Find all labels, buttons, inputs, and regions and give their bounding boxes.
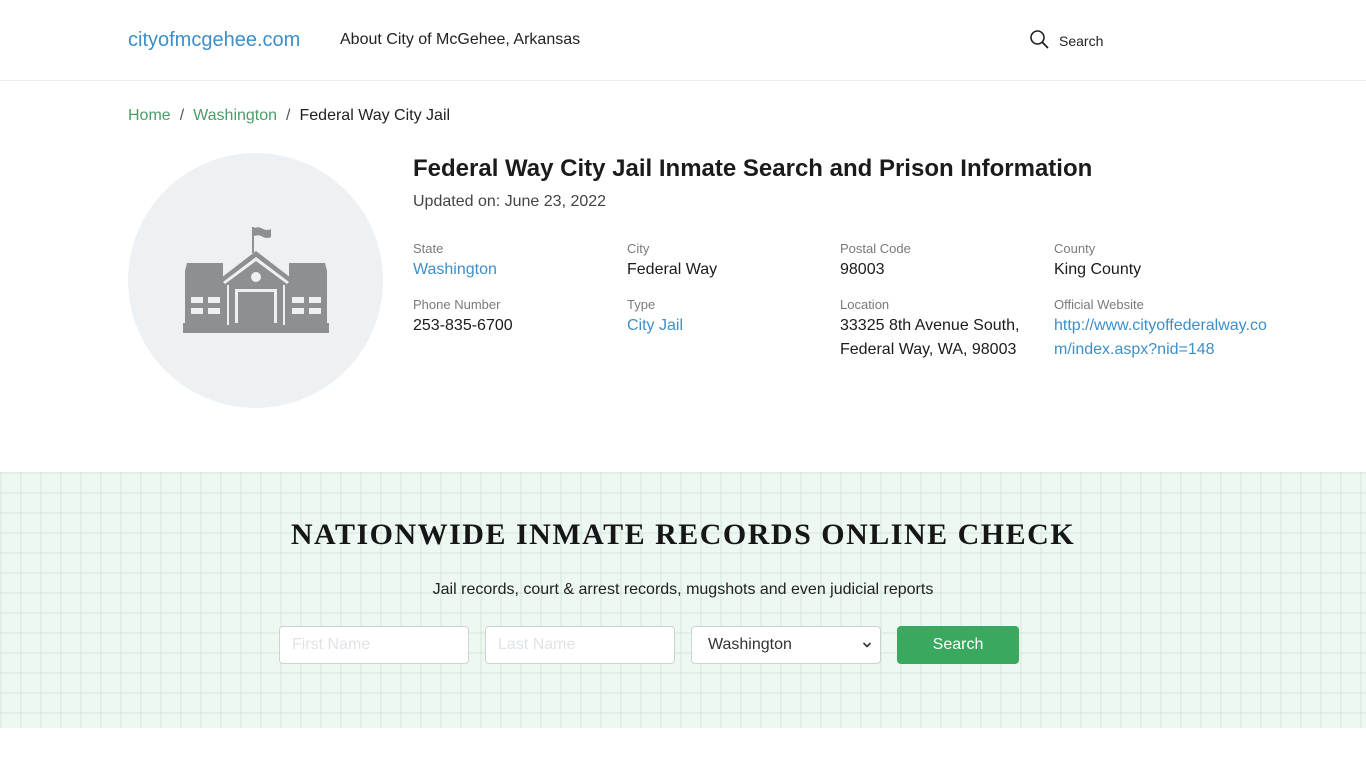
info-postal-code: Postal Code 98003 xyxy=(840,240,1054,282)
facility-info-grid: State Washington City Federal Way Postal… xyxy=(413,240,1273,362)
state-select-value: Washington xyxy=(708,636,792,653)
info-type: Type City Jail xyxy=(627,296,840,362)
breadcrumb-washington[interactable]: Washington xyxy=(193,107,277,125)
info-label: Type xyxy=(627,297,656,312)
info-county: County King County xyxy=(1054,240,1273,282)
brand-logo-link[interactable]: cityofmcgehee.com xyxy=(128,29,300,52)
header-search-button[interactable]: Search xyxy=(1029,29,1103,52)
breadcrumb-separator: / xyxy=(286,107,291,124)
nav-about-link[interactable]: About City of McGehee, Arkansas xyxy=(340,31,580,49)
official-website-link[interactable]: http://www.cityoffederalway.com/index.as… xyxy=(1054,314,1273,362)
breadcrumb-separator: / xyxy=(179,107,185,124)
type-link[interactable]: City Jail xyxy=(627,314,840,338)
info-label: Postal Code xyxy=(840,241,911,256)
section-title: NATIONWIDE INMATE RECORDS ONLINE CHECK xyxy=(290,518,1076,551)
page-title: Federal Way City Jail Inmate Search and … xyxy=(413,155,1093,182)
phone-value: 253-835-6700 xyxy=(413,317,513,334)
info-label: Location xyxy=(840,297,890,312)
breadcrumb-current: Federal Way City Jail xyxy=(299,107,451,124)
location-value: 33325 8th Avenue South, Federal Way, WA,… xyxy=(840,317,1020,358)
breadcrumb-home[interactable]: Home xyxy=(128,107,171,125)
chevron-down-icon xyxy=(862,642,872,648)
search-icon xyxy=(1029,29,1049,52)
info-label: Official Website xyxy=(1054,297,1144,312)
info-label: State xyxy=(413,241,444,256)
info-phone: Phone Number 253-835-6700 xyxy=(413,296,627,362)
facility-image xyxy=(128,153,383,408)
info-city: City Federal Way xyxy=(627,240,840,282)
info-label: Phone Number xyxy=(413,297,501,312)
info-state: State Washington xyxy=(413,240,627,282)
info-label: City xyxy=(627,241,650,256)
updated-date: Updated on: June 23, 2022 xyxy=(413,193,607,210)
school-building-icon xyxy=(182,226,329,333)
inmate-search-section: NATIONWIDE INMATE RECORDS ONLINE CHECK J… xyxy=(0,472,1366,728)
state-link[interactable]: Washington xyxy=(413,258,627,282)
breadcrumb: Home / Washington / Federal Way City Jai… xyxy=(128,107,450,125)
last-name-input[interactable] xyxy=(485,626,675,664)
search-button[interactable]: Search xyxy=(897,626,1019,664)
city-value: Federal Way xyxy=(627,261,718,278)
site-header: cityofmcgehee.com About City of McGehee,… xyxy=(0,0,1366,81)
info-location: Location 33325 8th Avenue South, Federal… xyxy=(840,296,1054,362)
header-search-label: Search xyxy=(1059,32,1104,49)
inmate-search-form: Washington Search xyxy=(279,626,1019,664)
first-name-input[interactable] xyxy=(279,626,469,664)
postal-code-value: 98003 xyxy=(840,261,885,278)
info-official-website: Official Website http://www.cityoffedera… xyxy=(1054,296,1273,362)
info-label: County xyxy=(1054,241,1096,256)
section-subtitle: Jail records, court & arrest records, mu… xyxy=(432,581,934,598)
state-select[interactable]: Washington xyxy=(691,626,881,664)
county-value: King County xyxy=(1054,261,1142,278)
